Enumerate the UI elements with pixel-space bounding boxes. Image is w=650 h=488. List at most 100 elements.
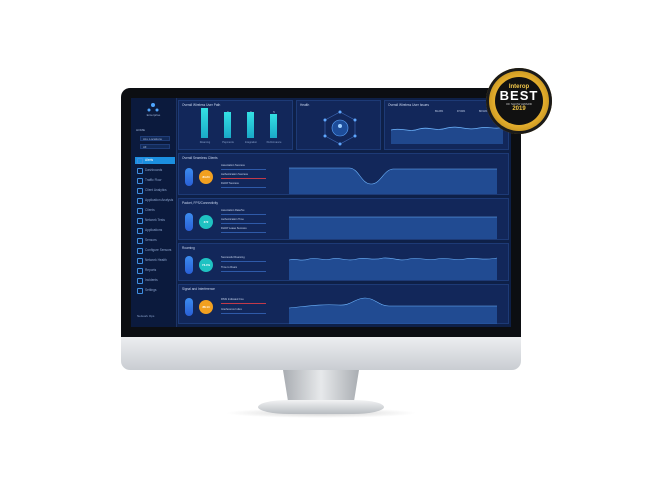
sidebar-item-dashboards[interactable]: Dashboards bbox=[135, 167, 175, 174]
metric-label: DHCP Success bbox=[221, 182, 239, 185]
roaming-section: Roaming 73.4% Successful Roaming Time to… bbox=[178, 243, 509, 281]
metric-line bbox=[221, 223, 266, 224]
sidebar-item-label: Traffic Flow bbox=[145, 178, 162, 182]
panel-title: Overall Wireless User Issues bbox=[388, 103, 429, 107]
health-panel: Health bbox=[296, 100, 381, 150]
metric-label: Authentication Success bbox=[221, 173, 248, 176]
seamless-clients-section: Overall Seamless Clients 84.24 Associati… bbox=[178, 153, 509, 195]
gear-icon bbox=[137, 247, 143, 254]
dashboard-icon bbox=[137, 167, 143, 174]
sensor-icon bbox=[137, 237, 143, 244]
sidebar-item-label: Dashboards bbox=[145, 168, 163, 172]
metric-label: Time to Roam bbox=[221, 266, 238, 269]
pill-indicator bbox=[185, 256, 193, 274]
sidebar-item-label: Alerts bbox=[145, 158, 154, 162]
badge-year: 2019 bbox=[512, 106, 526, 112]
sidebar-footer[interactable]: Network Ops bbox=[137, 314, 154, 318]
signal-chart[interactable] bbox=[289, 288, 497, 324]
sidebar-item-configure-sensors[interactable]: Configure Sensors bbox=[135, 247, 175, 254]
traffic-icon bbox=[137, 177, 143, 184]
sidebar-item-network-tests[interactable]: Network Tests bbox=[135, 217, 175, 224]
metric-label: Association Success bbox=[221, 164, 245, 167]
sidebar-item-label: Network Tests bbox=[145, 218, 165, 222]
user-icon bbox=[137, 207, 143, 214]
sidebar-item-app-analysis[interactable]: Application Analysis bbox=[135, 197, 175, 204]
bar-label: Payments bbox=[222, 141, 234, 144]
user-path-panel: Overall Wireless User Path 7 6 6 5 Roami… bbox=[178, 100, 293, 150]
sidebar-item-traffic[interactable]: Traffic Flow bbox=[135, 177, 175, 184]
metric-line bbox=[221, 169, 266, 170]
bar-label: Integration bbox=[244, 141, 258, 144]
sidebar-item-label: Configure Sensors bbox=[145, 248, 172, 252]
location-dropdown[interactable]: ALL Locations bbox=[140, 136, 170, 141]
award-badge-inner: Interop BEST OF SHOW AWARD 2019 bbox=[495, 77, 543, 125]
monitor: Enterprise HOME ALL Locations All Alerts… bbox=[121, 88, 521, 370]
signal-section: Signal and Interference 88.14 RSSI Indic… bbox=[178, 284, 509, 324]
report-icon bbox=[137, 267, 143, 274]
metric-label: Association Rate/Su bbox=[221, 209, 245, 212]
score-circle: 372 bbox=[199, 215, 213, 229]
metric-line bbox=[221, 232, 266, 233]
settings-icon bbox=[137, 287, 143, 294]
metric-label: Authentication Time bbox=[221, 218, 244, 221]
stat-value: 97.84% bbox=[457, 110, 466, 113]
sidebar-item-label: Sensors bbox=[145, 238, 157, 242]
analytics-icon bbox=[137, 187, 143, 194]
metric-label: DHCP Lease Success bbox=[221, 227, 247, 230]
pill-indicator bbox=[185, 213, 193, 231]
sidebar-item-label: Applications bbox=[145, 228, 163, 232]
monitor-base bbox=[258, 400, 384, 414]
metric-label: Interference Index bbox=[221, 308, 242, 311]
heart-icon bbox=[137, 257, 143, 264]
sidebar-item-label: Reports bbox=[145, 268, 157, 272]
issues-trend-chart bbox=[391, 126, 503, 144]
sidebar-item-alerts[interactable]: Alerts bbox=[135, 157, 175, 164]
logo-text: Enterprise bbox=[146, 113, 161, 117]
sidebar-item-label: Network Health bbox=[145, 258, 167, 262]
bar-payments[interactable] bbox=[224, 112, 231, 138]
metric-line bbox=[221, 303, 266, 304]
grid-icon bbox=[137, 227, 143, 234]
main-content: Overall Wireless User Path 7 6 6 5 Roami… bbox=[178, 100, 509, 325]
section-title: Roaming bbox=[182, 246, 195, 250]
badge-title: BEST bbox=[499, 88, 539, 103]
bell-icon bbox=[137, 157, 143, 164]
score-circle: 84.24 bbox=[199, 170, 213, 184]
metric-label: Successful Roaming bbox=[221, 256, 245, 259]
bar-label: Roaming bbox=[199, 141, 211, 144]
sidebar: Enterprise HOME ALL Locations All Alerts… bbox=[131, 98, 177, 327]
connectivity-chart[interactable] bbox=[289, 203, 497, 239]
sidebar-item-label: Incidents bbox=[145, 278, 158, 282]
section-title: Packet, FPS/Connectivity bbox=[182, 201, 218, 205]
sidebar-item-client-analytics[interactable]: Client Analytics bbox=[135, 187, 175, 194]
sidebar-item-reports[interactable]: Reports bbox=[135, 267, 175, 274]
pill-indicator bbox=[185, 168, 193, 186]
sidebar-item-label: Clients bbox=[145, 208, 155, 212]
sidebar-item-clients[interactable]: Clients bbox=[135, 207, 175, 214]
sidebar-item-incidents[interactable]: Incidents bbox=[135, 277, 175, 284]
stat-value: 88.91% bbox=[479, 110, 488, 113]
connectivity-section: Packet, FPS/Connectivity 372 Association… bbox=[178, 198, 509, 240]
bar-roaming[interactable] bbox=[201, 108, 208, 138]
sidebar-item-label: Application Analysis bbox=[145, 198, 174, 202]
bar-integration[interactable] bbox=[247, 112, 254, 138]
section-title: Signal and Interference bbox=[182, 287, 215, 291]
sidebar-item-applications[interactable]: Applications bbox=[135, 227, 175, 234]
health-network-icon bbox=[323, 110, 357, 146]
seamless-clients-chart[interactable] bbox=[289, 158, 497, 194]
score-circle: 88.14 bbox=[199, 300, 213, 314]
monitor-bezel: Enterprise HOME ALL Locations All Alerts… bbox=[121, 88, 521, 337]
logo-icon bbox=[147, 103, 159, 112]
score-circle: 73.4% bbox=[199, 258, 213, 272]
pill-indicator bbox=[185, 298, 193, 316]
monitor-screen: Enterprise HOME ALL Locations All Alerts… bbox=[131, 98, 511, 327]
sidebar-item-label: Settings bbox=[145, 288, 157, 292]
warning-icon bbox=[137, 277, 143, 284]
roaming-chart[interactable] bbox=[289, 246, 497, 280]
sidebar-item-sensors[interactable]: Sensors bbox=[135, 237, 175, 244]
filter-dropdown[interactable]: All bbox=[140, 144, 170, 149]
bar-performance[interactable] bbox=[270, 114, 277, 138]
sidebar-item-network-health[interactable]: Network Health bbox=[135, 257, 175, 264]
sidebar-item-settings[interactable]: Settings bbox=[135, 287, 175, 294]
panel-title: Overall Wireless User Path bbox=[182, 103, 221, 107]
